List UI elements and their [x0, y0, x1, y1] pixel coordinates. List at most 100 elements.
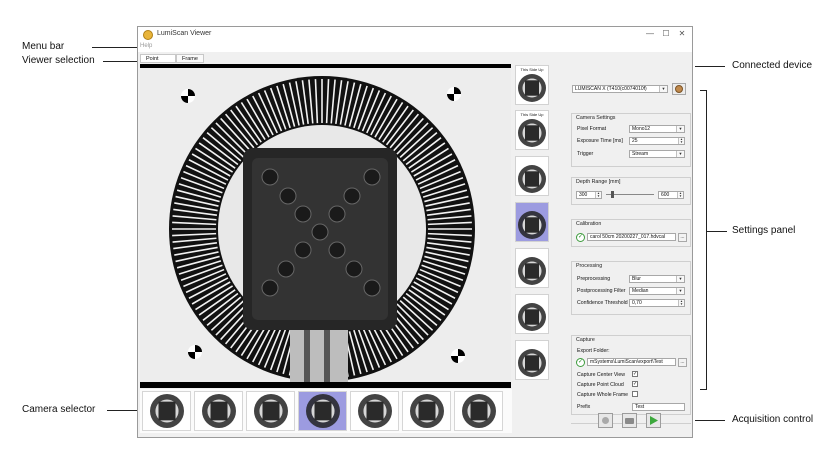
device-select-value: LUMISCAN X (T410(c0074010f): [575, 86, 647, 92]
capture-center-view-label: Capture Center View: [577, 372, 626, 378]
camera-thumb-h-7[interactable]: [454, 391, 503, 431]
preprocessing-label: Preprocessing: [577, 276, 611, 282]
camera-thumb-h-5[interactable]: [350, 391, 399, 431]
annotation-line-acquisition: [695, 420, 725, 421]
calibration-file-field[interactable]: carol 50cm 20200227_017.hdvcal: [587, 233, 676, 241]
chevron-down-icon: ▼: [676, 151, 684, 157]
tab-frame[interactable]: Frame: [176, 54, 204, 63]
annotation-line-settings-panel: [707, 231, 727, 232]
minimize-button[interactable]: —: [644, 29, 656, 38]
confidence-input[interactable]: 0,70 ▲ ▼: [629, 299, 685, 307]
check-ok-icon: ✓: [576, 358, 585, 367]
spinner-arrows-icon[interactable]: ▲ ▼: [677, 192, 683, 198]
camera-thumb-v-7[interactable]: [515, 340, 549, 380]
check-ok-icon: ✓: [576, 233, 585, 242]
title-bar[interactable]: LumiScan Viewer — ☐ ✕: [138, 27, 692, 43]
postprocessing-select[interactable]: Median ▼: [629, 287, 685, 295]
vertical-camera-selector: This Side Up This Side Up: [514, 64, 551, 388]
annotation-line-connected-device: [695, 66, 725, 67]
spinner-arrows-icon[interactable]: ▲ ▼: [678, 138, 684, 144]
record-icon: [602, 417, 609, 424]
camera-thumb-v-4[interactable]: [515, 202, 549, 242]
camera-thumb-h-1[interactable]: [142, 391, 191, 431]
menu-item-help[interactable]: Help: [140, 43, 152, 49]
pixel-format-select[interactable]: Mono12 ▼: [629, 125, 685, 133]
snapshot-button[interactable]: [622, 413, 637, 428]
play-button[interactable]: [646, 413, 661, 428]
postprocessing-label: Postprocessing Filter: [577, 288, 626, 294]
thumb-image: [202, 394, 236, 428]
prefix-input[interactable]: Test: [632, 403, 685, 411]
depth-range-slider[interactable]: [606, 191, 654, 198]
thumb-image: [518, 257, 546, 285]
thumb-image: [518, 165, 546, 193]
calibration-title: Calibration: [576, 221, 602, 227]
thumb-image: [410, 394, 444, 428]
preprocessing-value: Blur: [632, 276, 641, 282]
thumb-caption: This Side Up: [520, 67, 544, 72]
camera-thumb-v-5[interactable]: [515, 248, 549, 288]
prefix-label: Prefix: [577, 404, 591, 410]
app-window: LumiScan Viewer — ☐ ✕ Help Point Cloud F…: [137, 26, 693, 438]
thumb-image: [254, 394, 288, 428]
close-button[interactable]: ✕: [676, 29, 688, 38]
depth-range-group: Depth Range [mm] 300 ▲ ▼ 600 ▲ ▼: [571, 177, 691, 205]
spinner-arrows-icon[interactable]: ▲ ▼: [678, 300, 684, 306]
device-settings-button[interactable]: [672, 83, 686, 95]
camera-thumb-v-6[interactable]: [515, 294, 549, 334]
thumb-image: [358, 394, 392, 428]
camera-thumb-v-3[interactable]: [515, 156, 549, 196]
export-browse-button[interactable]: ...: [678, 358, 687, 367]
preprocessing-select[interactable]: Blur ▼: [629, 275, 685, 283]
capture-point-cloud-checkbox[interactable]: ✓: [632, 381, 638, 387]
camera-thumb-v-1[interactable]: This Side Up: [515, 65, 549, 105]
thumb-caption: This Side Up: [520, 112, 544, 117]
capture-center-view-checkbox[interactable]: ✓: [632, 371, 638, 377]
depth-min-input[interactable]: 300 ▲ ▼: [576, 191, 602, 199]
camera-settings-title: Camera Settings: [576, 115, 616, 121]
processing-group: Processing Preprocessing Blur ▼ Postproc…: [571, 261, 691, 315]
depth-max-value: 600: [661, 192, 670, 198]
thumb-image: [306, 394, 340, 428]
settings-panel: LUMISCAN X (T410(c0074010f) ▼ Camera Set…: [568, 53, 692, 437]
tab-point-cloud[interactable]: Point Cloud: [140, 54, 176, 71]
camera-thumb-h-2[interactable]: [194, 391, 243, 431]
annotation-acquisition-control: Acquisition control: [732, 414, 814, 425]
exposure-time-input[interactable]: 25 ▲ ▼: [629, 137, 685, 145]
exposure-time-value: 25: [632, 138, 638, 144]
menu-bar: Help: [138, 43, 692, 52]
record-button[interactable]: [598, 413, 613, 428]
capture-whole-frame-checkbox[interactable]: [632, 391, 638, 397]
annotation-line-menu-bar: [92, 47, 137, 48]
trigger-label: Trigger: [577, 151, 594, 157]
slider-handle[interactable]: [611, 191, 615, 198]
maximize-button[interactable]: ☐: [660, 29, 672, 38]
calibration-group: Calibration ✓ carol 50cm 20200227_017.hd…: [571, 219, 691, 247]
trigger-select[interactable]: Stream ▼: [629, 150, 685, 158]
thumb-image: [150, 394, 184, 428]
depth-range-title: Depth Range [mm]: [576, 179, 621, 185]
camera-thumb-v-2[interactable]: This Side Up: [515, 110, 549, 150]
annotation-line-viewer-selection: [103, 61, 137, 62]
confidence-value: 0,70: [632, 300, 642, 306]
depth-max-input[interactable]: 600 ▲ ▼: [658, 191, 684, 199]
annotation-menu-bar: Menu bar: [22, 41, 65, 52]
chevron-down-icon: ▼: [676, 276, 684, 282]
thumb-image: [518, 303, 546, 331]
annotation-bracket-settings: [700, 90, 707, 390]
play-icon: [650, 416, 658, 425]
device-select[interactable]: LUMISCAN X (T410(c0074010f) ▼: [572, 85, 668, 93]
annotation-line-camera-selector: [107, 410, 137, 411]
camera-thumb-h-6[interactable]: [402, 391, 451, 431]
exposure-time-label: Exposure Time [ms]: [577, 138, 623, 144]
annotation-settings-panel: Settings panel: [732, 225, 796, 236]
calibration-browse-button[interactable]: ...: [678, 233, 687, 242]
capture-group: Capture Export Folder: ✓ mSystems\LumiSc…: [571, 335, 691, 415]
export-folder-field[interactable]: mSystems\LumiScan\export\Test: [587, 358, 676, 366]
camera-selector-strip: [140, 389, 512, 433]
spinner-arrows-icon[interactable]: ▲ ▼: [595, 192, 601, 198]
main-viewer[interactable]: [140, 64, 511, 388]
camera-thumb-h-3[interactable]: [246, 391, 295, 431]
annotation-connected-device: Connected device: [732, 60, 813, 71]
camera-thumb-h-4[interactable]: [298, 391, 347, 431]
